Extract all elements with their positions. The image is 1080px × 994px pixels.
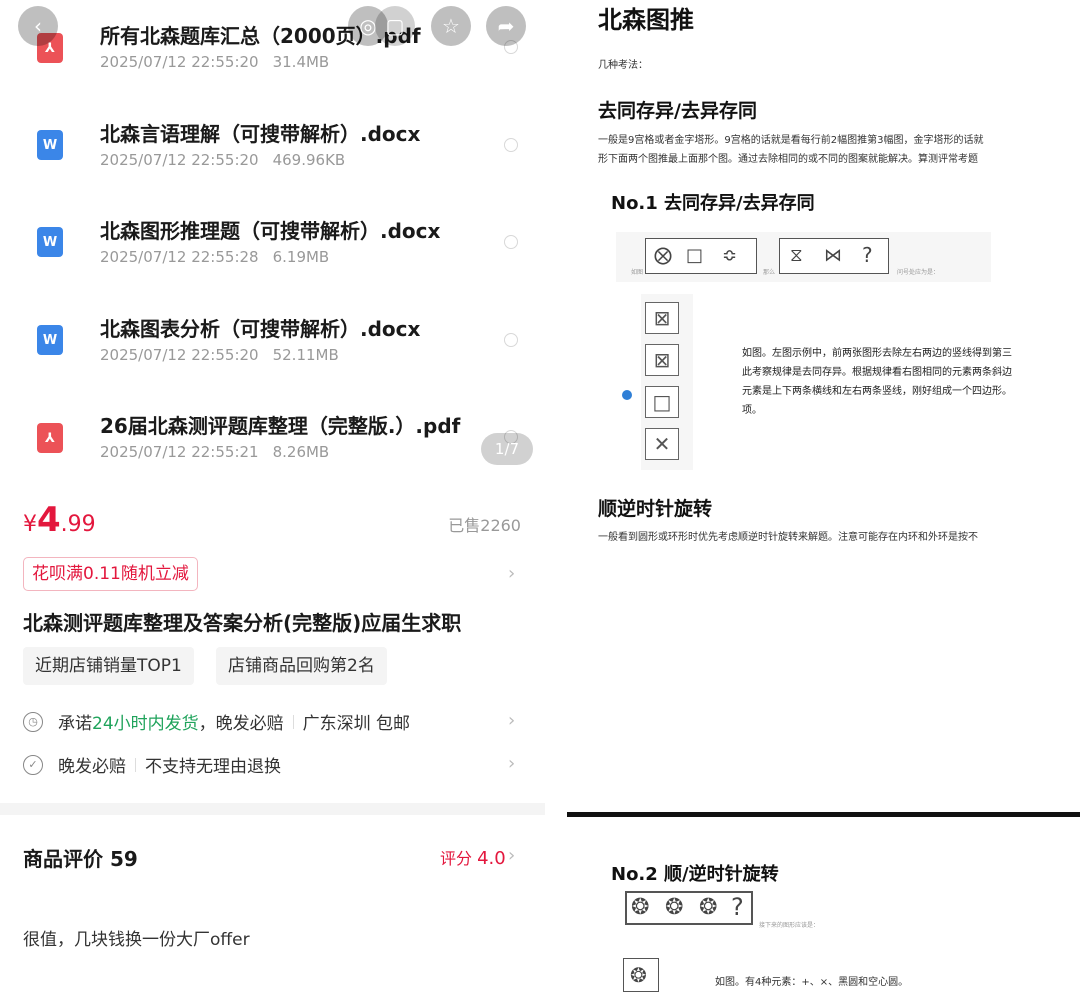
word-icon: W: [37, 227, 63, 257]
rotation-puzzle: ❂ ❂ ❂ ?: [625, 891, 753, 925]
hourglass-glyph: ⧖: [790, 245, 803, 266]
option-a: ⊠: [645, 302, 679, 334]
bowtie-glyph: ⋈: [824, 245, 842, 266]
doc-section-title: No.2 顺/逆时针旋转: [611, 864, 779, 885]
doc-heading-1: 去同存异/去异存同: [598, 100, 757, 122]
explanation: 如图。有4种元素：+、×、黑圆和空心圆。: [715, 977, 909, 988]
product-panel: ⅄ 所有北森题库汇总（2000页）.pdf 2025/07/12 22:55:2…: [0, 0, 545, 994]
file-name: 北森图表分析（可搜带解析）.docx: [100, 317, 421, 341]
file-meta: 2025/07/12 22:55:20 52.11MB: [100, 346, 339, 364]
puzzle-box: ⧖ ⋈ ?: [779, 238, 889, 274]
square-glyph: □: [686, 245, 704, 266]
ring-glyph: ❂: [631, 895, 650, 920]
chevron-right-icon[interactable]: ›: [508, 563, 515, 584]
select-radio[interactable]: [504, 138, 518, 152]
puzzle-label: 问号处应为是：: [897, 269, 940, 276]
product-title: 北森测评题库整理及答案分析(完整版)应届生求职: [23, 611, 462, 635]
doc-title: 北森图推: [598, 6, 694, 34]
word-icon: W: [37, 130, 63, 160]
ring-glyph: ❂: [630, 963, 647, 987]
chevron-right-icon[interactable]: ›: [508, 753, 515, 774]
section-divider: [0, 803, 545, 815]
ring-glyph: ❂: [665, 895, 684, 920]
file-meta: 2025/07/12 22:55:20 31.4MB: [100, 53, 330, 71]
select-radio[interactable]: [504, 235, 518, 249]
file-list-item[interactable]: ⅄ 26届北森测评题库整理（完整版.）.pdf 2025/07/12 22:55…: [0, 390, 545, 488]
share-icon[interactable]: ➦: [486, 6, 526, 46]
question-mark: ?: [731, 893, 744, 921]
chevron-right-icon[interactable]: ›: [508, 710, 515, 731]
chevron-right-icon[interactable]: ›: [508, 845, 515, 866]
file-name: 26届北森测评题库整理（完整版.）.pdf: [100, 414, 461, 438]
rotation-option: ❂: [623, 958, 659, 992]
ring-glyph: ❂: [699, 895, 718, 920]
puzzle-label: 那么: [763, 269, 776, 276]
puzzle-label: 如图: [631, 269, 644, 276]
doc-paragraph: 一般看到圆形或环形时优先考虑顺逆时针旋转来解题。注意可能存在内环和外环是按不: [598, 532, 978, 543]
option-c: □: [645, 386, 679, 418]
file-meta: 2025/07/12 22:55:28 6.19MB: [100, 248, 330, 266]
reviews-title[interactable]: 商品评价 59: [23, 843, 138, 872]
price: ¥4.99: [23, 500, 96, 540]
option-d: ✕: [645, 428, 679, 460]
explanation: 如图。左图示例中，前两张图形去除左右两边的竖线得到第三 此考察规律是去同存异。根…: [742, 348, 1012, 416]
puzzle-label: 接下来的图形应该是：: [759, 922, 820, 929]
rating-score[interactable]: 评分 4.0: [440, 845, 506, 869]
shipping-service-row[interactable]: ◷ 承诺 24小时内发货 ，晚发必赔 广东深圳 包邮: [23, 709, 410, 734]
doc-paragraph: 一般是9宫格或者金字塔形。9宫格的话就是看每行前2幅图推第3幅图，金字塔形的话就: [598, 135, 984, 146]
file-list-item[interactable]: W 北森图形推理题（可搜带解析）.docx 2025/07/12 22:55:2…: [0, 195, 545, 293]
promo-badge[interactable]: 花呗满0.11随机立减: [23, 557, 198, 591]
doc-heading-2: 顺逆时针旋转: [598, 498, 713, 520]
file-list-item[interactable]: W 北森言语理解（可搜带解析）.docx 2025/07/12 22:55:20…: [0, 98, 545, 196]
page-indicator: 1/7: [481, 433, 533, 465]
shield-check-icon: ✓: [23, 754, 43, 775]
file-meta: 2025/07/12 22:55:21 8.26MB: [100, 443, 330, 461]
word-icon: W: [37, 325, 63, 355]
double-diamond-glyph: ≎: [722, 245, 738, 266]
page-break: [567, 812, 1080, 817]
document-preview: 北森图推 几种考法： 去同存异/去异存同 一般是9宫格或者金字塔形。9宫格的话就…: [567, 0, 1080, 994]
option-b: ⊠: [645, 344, 679, 376]
back-icon[interactable]: ‹: [18, 6, 58, 46]
select-radio[interactable]: [504, 333, 518, 347]
star-icon[interactable]: ☆: [431, 6, 471, 46]
review-text: 很值，几块钱换一份大厂offer: [23, 930, 250, 950]
answer-marker: [622, 390, 632, 400]
question-mark: ?: [862, 243, 873, 267]
puzzle-box: ⨂ □ ≎: [645, 238, 757, 274]
shipping-icon: ◷: [23, 711, 43, 732]
tag-repurchase-rank[interactable]: 店铺商品回购第2名: [216, 647, 387, 685]
file-meta: 2025/07/12 22:55:20 469.96KB: [100, 151, 346, 169]
file-name: 北森图形推理题（可搜带解析）.docx: [100, 219, 441, 243]
sold-count: 已售2260: [448, 516, 521, 535]
doc-section-title: No.1 去同存异/去异存同: [611, 193, 815, 214]
hexagon-x-glyph: ⨂: [654, 245, 672, 266]
tag-sales-rank[interactable]: 近期店铺销量TOP1: [23, 647, 194, 685]
guarantee-service-row[interactable]: ✓ 晚发必赔 不支持无理由退换: [23, 752, 281, 777]
doc-paragraph: 形下面两个图推最上面那个图。通过去除相同的或不同的图案就能解决。算测评常考题: [598, 154, 978, 165]
service-icon[interactable]: ▢: [375, 6, 415, 46]
doc-intro: 几种考法：: [598, 60, 648, 71]
pdf-icon: ⅄: [37, 423, 63, 453]
file-name: 北森言语理解（可搜带解析）.docx: [100, 122, 421, 146]
file-list-item[interactable]: W 北森图表分析（可搜带解析）.docx 2025/07/12 22:55:20…: [0, 293, 545, 391]
